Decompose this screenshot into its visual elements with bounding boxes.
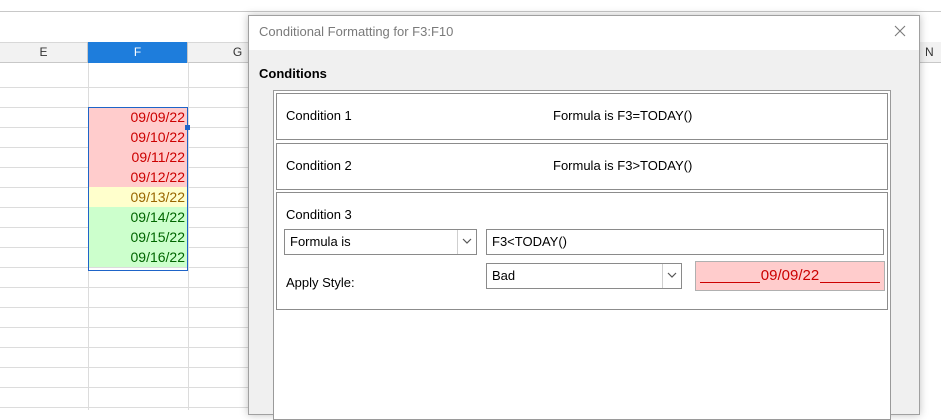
condition-1-summary: Formula is F3=TODAY() [553,108,693,123]
condition-3-entry[interactable]: Condition 3 Formula is F3<TODAY() Apply … [276,192,888,310]
style-preview-text-wrap: 09/09/22 [696,267,884,284]
grid-row-line [0,307,260,308]
grid-row-line [0,367,260,368]
dialog-title: Conditional Formatting for F3:F10 [259,24,454,39]
condition-2-entry[interactable]: Condition 2 Formula is F3>TODAY() [276,143,888,190]
condition-type-value: Formula is [290,234,351,249]
style-preview-text: 09/09/22 [759,267,821,284]
condition-3-name: Condition 3 [286,207,352,222]
chevron-down-icon[interactable] [457,230,476,254]
toolbar-divider [0,11,941,12]
condition-1-name: Condition 1 [286,108,352,123]
chevron-down-icon[interactable] [662,264,681,288]
conditions-list: Condition 1 Formula is F3=TODAY() Condit… [273,90,891,420]
column-header-e[interactable]: E [0,42,88,63]
condition-type-select[interactable]: Formula is [284,229,477,255]
grid-row-line [0,407,260,408]
apply-style-label: Apply Style: [286,275,355,290]
style-preview: 09/09/22 [695,261,885,291]
grid-row-line [0,327,260,328]
fill-handle[interactable] [185,125,190,130]
conditions-heading: Conditions [259,66,327,81]
grid-row-line [0,87,260,88]
grid-row-line [0,387,260,388]
close-icon[interactable] [891,22,909,40]
conditional-formatting-dialog: Conditional Formatting for F3:F10 Condit… [248,15,920,420]
condition-2-name: Condition 2 [286,158,352,173]
formula-input[interactable]: F3<TODAY() [486,229,884,255]
dialog-title-bar[interactable]: Conditional Formatting for F3:F10 [249,16,919,50]
cell-selection-outline [88,107,188,271]
grid-row-line [0,347,260,348]
apply-style-value: Bad [492,268,516,283]
apply-style-select[interactable]: Bad [486,263,682,289]
condition-1-entry[interactable]: Condition 1 Formula is F3=TODAY() [276,93,888,140]
condition-2-summary: Formula is F3>TODAY() [553,158,693,173]
grid-column-line [188,63,189,410]
grid-row-line [0,287,260,288]
formula-value: F3<TODAY() [492,234,568,249]
column-header-f[interactable]: F [88,42,188,63]
